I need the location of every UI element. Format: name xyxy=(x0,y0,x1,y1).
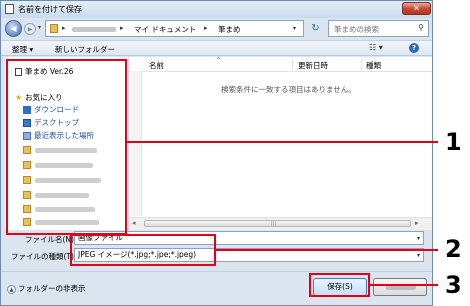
search-placeholder: 筆まめの検索 xyxy=(334,25,379,34)
view-options-icon[interactable]: ☷ ▾ xyxy=(369,43,383,52)
scroll-left-icon[interactable]: ◂ xyxy=(132,219,136,227)
blurred-label xyxy=(35,178,101,183)
filetype-label: ファイルの種類(T): xyxy=(11,252,77,261)
sidebar-item-fudemame[interactable]: 筆まめ Ver.26 xyxy=(15,66,73,77)
title-bar[interactable]: 名前を付けて保存 ✕ xyxy=(1,1,432,18)
scroll-right-icon[interactable]: ▸ xyxy=(415,219,419,227)
document-icon xyxy=(15,68,22,76)
blurred-label xyxy=(35,220,99,225)
save-button[interactable]: 保存(S) xyxy=(313,278,367,296)
horizontal-scrollbar[interactable]: ◂ ||| ▸ xyxy=(129,217,432,230)
filename-value: 画像ファイル xyxy=(78,233,123,242)
filetype-value: JPEG イメージ(*.jpg;*.jpe;*.jpeg) xyxy=(78,250,197,259)
document-icon xyxy=(5,4,14,14)
sidebar-item-label: 最近表示した場所 xyxy=(34,131,94,140)
grip-icon: ||| xyxy=(271,221,277,227)
save-as-dialog: 名前を付けて保存 ✕ ◀ ▶ ▾ ▸ ▸ マイ ドキュメント ▸ 筆まめ ▾ ↻… xyxy=(0,0,433,306)
navigation-pane[interactable]: 筆まめ Ver.26 ★ お気に入り ダウンロード デスクトップ 最近表示した場所 xyxy=(5,57,129,230)
sidebar-item-downloads[interactable]: ダウンロード xyxy=(23,104,79,115)
breadcrumb-arrow-icon[interactable]: ▸ xyxy=(62,24,66,32)
breadcrumb-arrow-icon[interactable]: ▸ xyxy=(120,24,124,32)
column-header-date[interactable]: 更新日時 xyxy=(298,60,328,71)
search-icon[interactable]: ⚲ xyxy=(418,23,424,32)
search-input[interactable]: 筆まめの検索 ⚲ xyxy=(328,20,429,37)
callout-line-1 xyxy=(126,141,438,143)
scrollbar-thumb[interactable]: ||| xyxy=(144,220,411,227)
filename-field[interactable]: 画像ファイル ▾ xyxy=(74,231,424,245)
help-icon[interactable]: ? xyxy=(409,43,419,53)
empty-list-message: 検索条件に一致する項目はありません。 xyxy=(221,85,356,94)
breadcrumb-fudemame[interactable]: 筆まめ xyxy=(218,24,241,35)
column-divider[interactable] xyxy=(292,59,293,70)
breadcrumb-arrow-icon[interactable]: ▸ xyxy=(204,24,208,32)
hide-folders-button[interactable]: ▲ フォルダーの非表示 xyxy=(7,283,86,294)
recent-pages-dropdown-icon[interactable]: ▾ xyxy=(38,24,41,31)
column-header-row: 名前 ^ 更新日時 種類 xyxy=(129,57,432,72)
refresh-button[interactable]: ↻ xyxy=(307,20,324,37)
folder-icon xyxy=(23,218,31,226)
close-button[interactable]: ✕ xyxy=(402,2,431,15)
vertical-scrollbar[interactable] xyxy=(131,71,142,216)
callout-number-3: 3 xyxy=(445,271,462,299)
command-toolbar: 整理 ▾ 新しいフォルダー ☷ ▾ ? xyxy=(1,40,432,56)
sort-ascending-icon: ^ xyxy=(216,57,222,64)
desktop-icon xyxy=(23,119,31,127)
new-folder-button[interactable]: 新しいフォルダー xyxy=(55,44,115,55)
collapse-icon: ▲ xyxy=(7,284,16,294)
dialog-footer: ▲ フォルダーの非表示 保存(S) xyxy=(1,271,432,306)
sidebar-item-label: デスクトップ xyxy=(34,118,79,127)
blurred-label xyxy=(35,193,89,198)
folder-icon xyxy=(23,146,31,154)
folder-icon xyxy=(23,161,31,169)
address-bar[interactable]: ▸ ▸ マイ ドキュメント ▸ 筆まめ ▾ xyxy=(45,20,304,37)
chevron-down-icon[interactable]: ▾ xyxy=(417,250,420,262)
sidebar-item-favorites[interactable]: ★ お気に入り xyxy=(15,92,63,103)
file-list[interactable]: 名前 ^ 更新日時 種類 検索条件に一致する項目はありません。 ◂ ||| ▸ xyxy=(129,57,432,230)
column-header-type[interactable]: 種類 xyxy=(366,60,381,71)
sidebar-item-label: 筆まめ Ver.26 xyxy=(25,67,74,76)
sidebar-item-label: ダウンロード xyxy=(34,105,79,114)
chevron-down-icon[interactable]: ▾ xyxy=(293,25,296,32)
callout-line-3 xyxy=(368,284,438,286)
blurred-label xyxy=(35,207,95,212)
folder-icon xyxy=(23,176,31,184)
organize-menu[interactable]: 整理 ▾ xyxy=(12,44,33,55)
hide-folders-label: フォルダーの非表示 xyxy=(18,284,86,293)
download-icon xyxy=(23,106,31,114)
blurred-label xyxy=(35,163,93,168)
chevron-down-icon[interactable]: ▾ xyxy=(417,233,420,245)
star-icon: ★ xyxy=(15,93,23,102)
sidebar-item-recent[interactable]: 最近表示した場所 xyxy=(23,130,94,141)
forward-button[interactable]: ▶ xyxy=(24,23,36,35)
column-header-name[interactable]: 名前 xyxy=(149,60,164,71)
callout-number-1: 1 xyxy=(445,128,462,156)
recent-places-icon xyxy=(23,132,31,140)
blurred-breadcrumb xyxy=(72,27,116,32)
sidebar-item-desktop[interactable]: デスクトップ xyxy=(23,117,79,128)
breadcrumb-my-documents[interactable]: マイ ドキュメント xyxy=(134,24,196,35)
navigation-bar: ◀ ▶ ▾ ▸ ▸ マイ ドキュメント ▸ 筆まめ ▾ ↻ 筆まめの検索 ⚲ xyxy=(1,18,432,40)
blurred-label xyxy=(35,148,97,153)
folder-icon xyxy=(50,24,58,33)
filename-label: ファイル名(N): xyxy=(25,235,77,244)
back-button[interactable]: ◀ xyxy=(5,20,22,37)
callout-number-2: 2 xyxy=(445,235,462,263)
cancel-button[interactable] xyxy=(373,278,427,296)
folder-icon xyxy=(23,191,31,199)
folder-icon xyxy=(23,205,31,213)
dialog-title: 名前を付けて保存 xyxy=(18,5,82,14)
sidebar-item-label: お気に入り xyxy=(25,93,63,102)
callout-line-2 xyxy=(214,249,438,251)
column-divider[interactable] xyxy=(361,59,362,70)
